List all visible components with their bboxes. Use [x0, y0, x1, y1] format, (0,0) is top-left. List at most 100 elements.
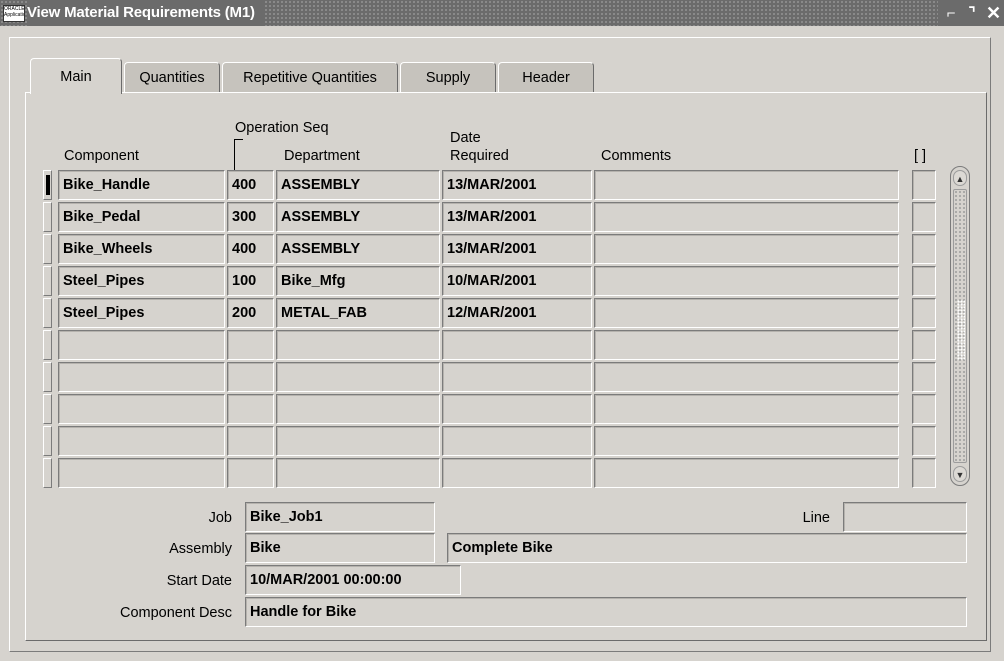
start-date-field[interactable]: 10/MAR/2001 00:00:00	[245, 565, 461, 595]
window-controls: ⌐ ⌝ ✕	[938, 0, 1004, 26]
date-required-cell[interactable]: 13/MAR/2001	[442, 202, 592, 232]
assembly-label: Assembly	[169, 541, 232, 557]
department-cell[interactable]: Bike_Mfg	[276, 266, 440, 296]
department-cell[interactable]	[276, 458, 440, 488]
flexfield-cell[interactable]	[912, 266, 936, 296]
department-cell[interactable]: ASSEMBLY	[276, 170, 440, 200]
component-cell[interactable]	[58, 458, 225, 488]
scrollbar-grip[interactable]	[957, 300, 965, 360]
record-indicator[interactable]	[43, 202, 52, 232]
flexfield-cell[interactable]	[912, 170, 936, 200]
operation-seq-cell[interactable]: 400	[227, 170, 274, 200]
operation-seq-cell[interactable]: 300	[227, 202, 274, 232]
comments-cell[interactable]	[594, 202, 899, 232]
department-cell[interactable]	[276, 362, 440, 392]
flexfield-cell[interactable]	[912, 330, 936, 360]
date-required-cell[interactable]	[442, 458, 592, 488]
date-required-cell[interactable]	[442, 394, 592, 424]
scroll-down-icon[interactable]: ▼	[953, 466, 967, 482]
record-indicator[interactable]	[43, 458, 52, 488]
component-cell[interactable]	[58, 330, 225, 360]
vertical-scrollbar[interactable]: ▲ ▼	[950, 166, 970, 486]
job-field[interactable]: Bike_Job1	[245, 502, 435, 532]
comments-cell[interactable]	[594, 330, 899, 360]
comments-cell[interactable]	[594, 458, 899, 488]
scrollbar-track[interactable]	[953, 189, 967, 463]
component-cell[interactable]: Bike_Handle	[58, 170, 225, 200]
maximize-icon[interactable]: ⌝	[965, 4, 979, 22]
component-cell[interactable]: Steel_Pipes	[58, 266, 225, 296]
component-desc-label: Component Desc	[119, 605, 232, 621]
flexfield-cell[interactable]	[912, 458, 936, 488]
date-required-cell[interactable]	[442, 330, 592, 360]
component-cell[interactable]: Bike_Pedal	[58, 202, 225, 232]
tab-main[interactable]: Main	[30, 58, 122, 94]
operation-seq-bracket	[234, 139, 243, 170]
record-indicator[interactable]	[43, 266, 52, 296]
component-cell[interactable]	[58, 426, 225, 456]
component-cell[interactable]	[58, 362, 225, 392]
assembly-description-field[interactable]: Complete Bike	[447, 533, 967, 563]
comments-cell[interactable]	[594, 170, 899, 200]
date-required-cell[interactable]: 13/MAR/2001	[442, 234, 592, 264]
operation-seq-cell[interactable]	[227, 458, 274, 488]
record-indicator[interactable]	[43, 362, 52, 392]
record-indicator[interactable]	[43, 330, 52, 360]
header-date: Date	[450, 130, 481, 146]
operation-seq-cell[interactable]: 200	[227, 298, 274, 328]
department-cell[interactable]	[276, 426, 440, 456]
operation-seq-cell[interactable]	[227, 330, 274, 360]
flexfield-cell[interactable]	[912, 202, 936, 232]
date-required-cell[interactable]: 13/MAR/2001	[442, 170, 592, 200]
department-cell[interactable]: ASSEMBLY	[276, 234, 440, 264]
department-cell[interactable]	[276, 394, 440, 424]
window-title: View Material Requirements (M1)	[27, 0, 265, 26]
date-required-cell[interactable]: 12/MAR/2001	[442, 298, 592, 328]
tab-quantities[interactable]: Quantities	[124, 62, 220, 92]
flexfield-cell[interactable]	[912, 394, 936, 424]
comments-cell[interactable]	[594, 426, 899, 456]
department-cell[interactable]: ASSEMBLY	[276, 202, 440, 232]
date-required-cell[interactable]	[442, 426, 592, 456]
operation-seq-cell[interactable]: 400	[227, 234, 274, 264]
line-field[interactable]	[843, 502, 967, 532]
flexfield-cell[interactable]	[912, 234, 936, 264]
flexfield-cell[interactable]	[912, 298, 936, 328]
minimize-icon[interactable]: ⌐	[944, 5, 958, 22]
department-cell[interactable]	[276, 330, 440, 360]
scroll-up-icon[interactable]: ▲	[953, 170, 967, 186]
operation-seq-cell[interactable]	[227, 362, 274, 392]
comments-cell[interactable]	[594, 362, 899, 392]
title-bar: ORACLE Applications View Material Requir…	[0, 0, 1004, 26]
component-description-field[interactable]: Handle for Bike	[245, 597, 967, 627]
component-cell[interactable]	[58, 394, 225, 424]
operation-seq-cell[interactable]	[227, 394, 274, 424]
record-indicator[interactable]	[43, 298, 52, 328]
table-row: Steel_Pipes 100 Bike_Mfg 10/MAR/2001	[43, 266, 943, 298]
comments-cell[interactable]	[594, 298, 899, 328]
comments-cell[interactable]	[594, 266, 899, 296]
record-indicator[interactable]	[43, 426, 52, 456]
comments-cell[interactable]	[594, 234, 899, 264]
tab-header[interactable]: Header	[498, 62, 594, 92]
table-row	[43, 362, 943, 394]
component-cell[interactable]: Bike_Wheels	[58, 234, 225, 264]
date-required-cell[interactable]: 10/MAR/2001	[442, 266, 592, 296]
flexfield-cell[interactable]	[912, 362, 936, 392]
component-cell[interactable]: Steel_Pipes	[58, 298, 225, 328]
date-required-cell[interactable]	[442, 362, 592, 392]
close-icon[interactable]: ✕	[986, 3, 1001, 24]
tab-repetitive-quantities[interactable]: Repetitive Quantities	[222, 62, 398, 92]
header-required: Required	[450, 148, 509, 164]
flexfield-cell[interactable]	[912, 426, 936, 456]
record-indicator[interactable]	[43, 394, 52, 424]
operation-seq-cell[interactable]	[227, 426, 274, 456]
department-cell[interactable]: METAL_FAB	[276, 298, 440, 328]
table-row	[43, 426, 943, 458]
tab-supply[interactable]: Supply	[400, 62, 496, 92]
record-indicator[interactable]	[43, 234, 52, 264]
comments-cell[interactable]	[594, 394, 899, 424]
record-indicator[interactable]	[43, 170, 52, 200]
operation-seq-cell[interactable]: 100	[227, 266, 274, 296]
assembly-field[interactable]: Bike	[245, 533, 435, 563]
